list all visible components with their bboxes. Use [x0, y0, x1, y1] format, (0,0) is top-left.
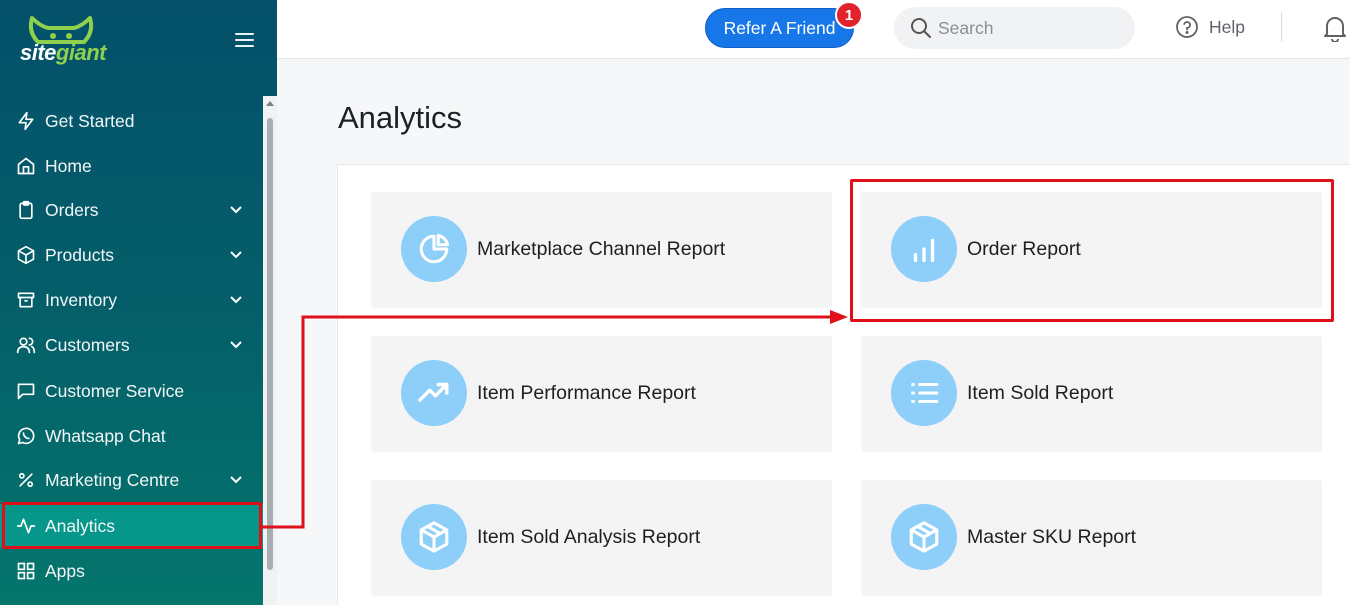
chevron-down-icon[interactable]	[229, 338, 243, 352]
lightning-icon	[18, 111, 34, 131]
chevron-down-icon[interactable]	[229, 293, 243, 307]
icon-circle	[401, 216, 467, 282]
search-icon	[911, 18, 931, 38]
sidebar-item-label: Apps	[45, 560, 85, 581]
sidebar-item-marketing-centre[interactable]: Marketing Centre	[0, 458, 263, 502]
help-button[interactable]: Help	[1175, 13, 1245, 41]
report-card-marketplace-channel[interactable]: Marketplace Channel Report	[371, 192, 832, 308]
logo-text: sitegiant	[20, 40, 106, 65]
bar-chart-icon	[913, 238, 935, 263]
sidebar-item-apps[interactable]: Apps	[0, 549, 263, 593]
home-icon	[17, 157, 35, 175]
package-icon	[419, 521, 449, 553]
trending-up-icon	[418, 382, 449, 402]
report-card-master-sku[interactable]: Master SKU Report	[861, 480, 1322, 596]
scroll-up-arrow-icon[interactable]	[266, 101, 274, 106]
sidebar-item-label: Orders	[45, 199, 99, 220]
chevron-down-icon[interactable]	[229, 473, 243, 487]
pie-chart-icon	[419, 233, 450, 264]
report-card-item-performance[interactable]: Item Performance Report	[371, 336, 832, 452]
card-title: Item Sold Analysis Report	[477, 526, 701, 548]
sidebar-item-whatsapp-chat[interactable]: Whatsapp Chat	[0, 414, 263, 458]
menu-toggle-icon[interactable]	[233, 30, 257, 50]
bell-icon[interactable]	[1322, 14, 1348, 42]
clipboard-icon	[19, 200, 33, 220]
icon-circle	[891, 360, 957, 426]
scrollbar-thumb[interactable]	[267, 118, 273, 570]
sidebar-item-label: Customer Service	[45, 380, 185, 401]
help-circle-icon	[1176, 16, 1198, 38]
top-bar: Refer A Friend 1 Help	[277, 0, 1350, 59]
sidebar-item-get-started[interactable]: Get Started	[0, 99, 263, 143]
message-icon	[17, 383, 35, 400]
sidebar-item-label: Whatsapp Chat	[45, 425, 166, 446]
card-title: Item Sold Report	[967, 382, 1114, 404]
help-label: Help	[1209, 16, 1245, 37]
sidebar-item-home[interactable]: Home	[0, 144, 263, 188]
sidebar-scrollbar[interactable]	[263, 96, 277, 605]
notification-badge: 1	[835, 1, 863, 29]
sidebar-item-customers[interactable]: Customers	[0, 323, 263, 367]
icon-circle	[891, 504, 957, 570]
grid-icon	[17, 562, 35, 580]
sidebar: sitegiant Get Started Home Orders Produc…	[0, 0, 277, 605]
sidebar-item-label: Customers	[45, 334, 130, 355]
card-title: Item Performance Report	[477, 382, 696, 404]
box-icon	[17, 245, 35, 265]
archive-icon	[17, 292, 35, 308]
reports-panel: Marketplace Channel Report Order Report …	[337, 164, 1350, 605]
sidebar-item-customer-service[interactable]: Customer Service	[0, 369, 263, 413]
card-title: Master SKU Report	[967, 526, 1137, 548]
report-card-item-sold[interactable]: Item Sold Report	[861, 336, 1322, 452]
whatsapp-icon	[17, 427, 35, 445]
sidebar-item-inventory[interactable]: Inventory	[0, 278, 263, 322]
sidebar-item-label: Get Started	[45, 110, 135, 131]
activity-icon	[16, 518, 36, 534]
users-icon	[16, 337, 36, 354]
sidebar-item-label: Home	[45, 155, 92, 176]
icon-circle	[401, 360, 467, 426]
sidebar-item-orders[interactable]: Orders	[0, 188, 263, 232]
sidebar-item-label: Analytics	[45, 515, 116, 536]
card-title: Marketplace Channel Report	[477, 238, 726, 260]
sidebar-item-label: Marketing Centre	[45, 469, 180, 490]
sitegiant-logo[interactable]: sitegiant	[20, 14, 130, 70]
sidebar-item-analytics[interactable]: Analytics	[0, 504, 263, 548]
icon-circle	[401, 504, 467, 570]
search-input[interactable]	[938, 15, 1118, 41]
card-title: Order Report	[967, 238, 1081, 260]
topbar-divider	[1281, 12, 1282, 42]
list-icon	[911, 382, 939, 404]
sidebar-item-label: Inventory	[45, 289, 117, 310]
package-icon	[909, 521, 939, 553]
search-box[interactable]	[894, 7, 1135, 49]
sidebar-item-products[interactable]: Products	[0, 233, 263, 277]
percent-icon	[18, 472, 34, 488]
report-card-order[interactable]: Order Report	[861, 192, 1322, 308]
chevron-down-icon[interactable]	[229, 203, 243, 217]
chevron-down-icon[interactable]	[229, 248, 243, 262]
sidebar-item-label: Products	[45, 244, 115, 265]
report-card-item-sold-analysis[interactable]: Item Sold Analysis Report	[371, 480, 832, 596]
page-title: Analytics	[338, 100, 463, 135]
icon-circle	[891, 216, 957, 282]
refer-friend-button[interactable]: Refer A Friend	[705, 8, 854, 48]
